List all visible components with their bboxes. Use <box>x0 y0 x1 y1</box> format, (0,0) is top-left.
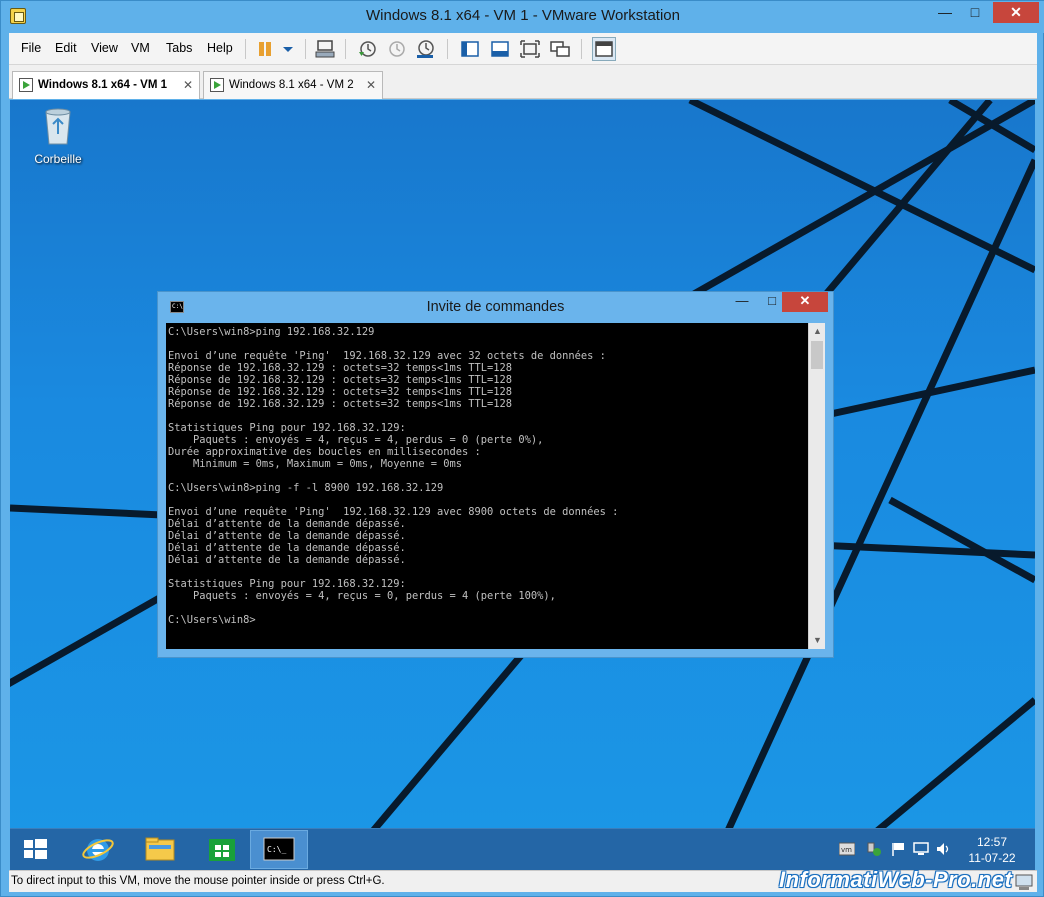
unity-icon[interactable] <box>549 38 571 60</box>
maximize-button[interactable]: □ <box>961 2 989 23</box>
cmd-taskbar-text: C:\_ <box>267 845 286 854</box>
console-view-icon[interactable] <box>592 37 616 61</box>
tab-label: Windows 8.1 x64 - VM 1 <box>38 79 167 91</box>
menu-view[interactable]: View <box>91 41 118 55</box>
cmd-title-bar[interactable]: C:\ Invite de commandes — □ ✕ <box>158 292 833 323</box>
scroll-up-icon[interactable]: ▲ <box>809 323 826 340</box>
file-explorer-icon[interactable] <box>132 830 188 869</box>
console-line: Envoi d’une requête 'Ping' 192.168.32.12… <box>168 506 619 518</box>
guest-desktop[interactable]: Corbeille C:\ Invite de commandes — □ ✕ … <box>10 100 1035 870</box>
watermark: InformatiWeb-Pro.net <box>779 867 1013 892</box>
internet-explorer-icon[interactable] <box>70 830 126 869</box>
pause-icon[interactable] <box>255 38 277 60</box>
volume-icon[interactable] <box>936 842 952 856</box>
menu-bar: File Edit View VM Tabs Help <box>9 33 1037 65</box>
console-line: C:\Users\win8>ping 192.168.32.129 <box>168 326 375 338</box>
toolbar-separator <box>581 39 582 59</box>
console-line: C:\Users\win8>ping -f -l 8900 192.168.32… <box>168 482 444 494</box>
snapshot-manager-icon[interactable] <box>414 38 436 60</box>
toolbar-separator <box>245 39 246 59</box>
snapshot-revert-icon[interactable] <box>385 38 407 60</box>
console-line: Délai d’attente de la demande dépassé. <box>168 518 406 530</box>
vm-tab-icon <box>19 78 33 92</box>
network-icon[interactable] <box>913 842 929 856</box>
thumbnail-bar-icon[interactable] <box>489 38 511 60</box>
console-line: Réponse de 192.168.32.129 : octets=32 te… <box>168 386 513 398</box>
console-line: Paquets : envoyés = 4, reçus = 0, perdus… <box>168 590 556 602</box>
close-button[interactable]: ✕ <box>993 2 1039 23</box>
menu-file[interactable]: File <box>21 41 41 55</box>
minimize-button[interactable]: — <box>931 2 959 23</box>
console-line: Minimum = 0ms, Maximum = 0ms, Moyenne = … <box>168 458 463 470</box>
toolbar-separator <box>345 39 346 59</box>
cmd-close-button[interactable]: ✕ <box>782 292 828 312</box>
scroll-thumb[interactable] <box>811 341 823 369</box>
console-line: Paquets : envoyés = 4, reçus = 4, perdus… <box>168 434 544 446</box>
menu-vm[interactable]: VM <box>131 41 150 55</box>
console-line: Délai d’attente de la demande dépassé. <box>168 530 406 542</box>
action-center-flag-icon[interactable] <box>890 842 906 856</box>
menu-edit[interactable]: Edit <box>55 41 77 55</box>
clock-date: 11-07-22 <box>968 851 1016 865</box>
window-title: Windows 8.1 x64 - VM 1 - VMware Workstat… <box>366 7 680 24</box>
console-line: Délai d’attente de la demande dépassé. <box>168 542 406 554</box>
console-line: Réponse de 192.168.32.129 : octets=32 te… <box>168 398 513 410</box>
scroll-down-icon[interactable]: ▼ <box>809 632 826 649</box>
vmware-tools-icon[interactable]: vm <box>838 842 856 856</box>
toolbar-separator <box>447 39 448 59</box>
safely-remove-hardware-icon[interactable] <box>866 842 882 856</box>
console-line: Réponse de 192.168.32.129 : octets=32 te… <box>168 374 513 386</box>
vmware-window: Windows 8.1 x64 - VM 1 - VMware Workstat… <box>0 0 1044 897</box>
console-line: C:\Users\win8> <box>168 614 256 626</box>
vm-tab-bar: Windows 8.1 x64 - VM 1 ✕ Windows 8.1 x64… <box>9 65 1037 99</box>
console-line: Délai d’attente de la demande dépassé. <box>168 554 406 566</box>
recycle-bin-label: Corbeille <box>34 152 82 166</box>
console-line: Envoi d’une requête 'Ping' 192.168.32.12… <box>168 350 606 362</box>
title-bar[interactable]: Windows 8.1 x64 - VM 1 - VMware Workstat… <box>1 1 1044 33</box>
recycle-bin[interactable]: Corbeille <box>28 106 88 166</box>
menu-tabs[interactable]: Tabs <box>166 41 192 55</box>
pause-dropdown-icon[interactable] <box>277 38 299 60</box>
console-line: Réponse de 192.168.32.129 : octets=32 te… <box>168 362 513 374</box>
snapshot-take-icon[interactable] <box>356 38 378 60</box>
clock-time: 12:57 <box>976 835 1008 849</box>
recycle-bin-icon <box>42 106 74 146</box>
start-icon[interactable] <box>10 830 66 869</box>
full-screen-icon[interactable] <box>519 38 541 60</box>
console-text: C:\Users\win8>ping 192.168.32.129 Envoi … <box>168 326 618 626</box>
tab-close-icon[interactable]: ✕ <box>183 78 193 92</box>
console-line: Statistiques Ping pour 192.168.32.129: <box>168 578 406 590</box>
toolbar-separator <box>305 39 306 59</box>
vm-status-icon[interactable] <box>1013 872 1035 892</box>
cmd-minimize-button[interactable]: — <box>728 292 756 312</box>
menu-help[interactable]: Help <box>207 41 233 55</box>
send-ctrl-alt-del-icon[interactable] <box>314 38 336 60</box>
taskbar: C:\_ vm 12:57 11-07-22 <box>10 828 1035 870</box>
tab-vm-2[interactable]: Windows 8.1 x64 - VM 2 ✕ <box>203 71 383 99</box>
cmd-scrollbar[interactable]: ▲ ▼ <box>808 323 825 649</box>
tab-vm-1[interactable]: Windows 8.1 x64 - VM 1 ✕ <box>12 71 200 99</box>
status-text: To direct input to this VM, move the mou… <box>11 875 385 887</box>
taskbar-clock[interactable]: 12:57 11-07-22 <box>960 834 1024 866</box>
console-line: Durée approximative des boucles en milli… <box>168 446 481 458</box>
vm-tab-icon <box>210 78 224 92</box>
console-output[interactable]: C:\Users\win8>ping 192.168.32.129 Envoi … <box>166 323 808 649</box>
store-icon[interactable] <box>194 830 250 869</box>
tab-label: Windows 8.1 x64 - VM 2 <box>229 79 354 91</box>
command-prompt-window[interactable]: C:\ Invite de commandes — □ ✕ C:\Users\w… <box>157 291 834 658</box>
svg-text:vm: vm <box>841 846 852 854</box>
tab-close-icon[interactable]: ✕ <box>366 78 376 92</box>
console-line: Statistiques Ping pour 192.168.32.129: <box>168 422 406 434</box>
command-prompt-icon[interactable]: C:\_ <box>250 830 308 869</box>
show-library-icon[interactable] <box>459 38 481 60</box>
